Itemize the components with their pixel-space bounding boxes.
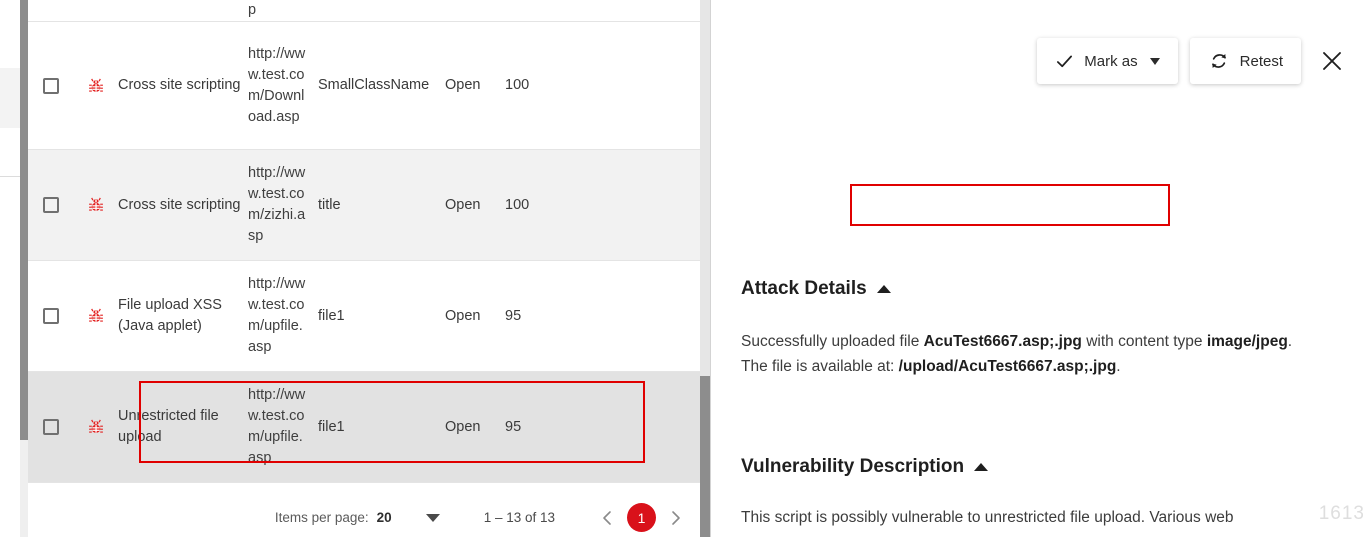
section-header-attack-details[interactable]: Attack Details xyxy=(741,278,891,300)
page-range-label: 1 – 13 of 13 xyxy=(483,510,555,525)
chevron-up-icon xyxy=(974,463,989,471)
attack-details-line-2: The file is available at: /upload/AcuTes… xyxy=(741,354,1321,379)
row-status-cell: Open xyxy=(445,307,481,324)
detail-action-bar: Mark as Retest xyxy=(1037,38,1345,84)
paginator: Items per page: 20 1 – 13 of 13 1 xyxy=(28,498,700,537)
row-checkbox-cell xyxy=(28,419,74,435)
gutter-line xyxy=(0,176,20,177)
chevron-right-icon xyxy=(672,510,680,525)
row-name-cell: Unrestricted file upload xyxy=(118,408,219,445)
section-body-vulnerability-description: This script is possibly vulnerable to un… xyxy=(741,505,1321,530)
chevron-up-icon xyxy=(876,285,891,293)
retest-button[interactable]: Retest xyxy=(1189,38,1301,84)
chevron-left-icon xyxy=(603,510,611,525)
text-fragment: . xyxy=(1287,333,1293,350)
close-icon xyxy=(1323,52,1341,70)
check-icon xyxy=(1057,55,1073,67)
row-status-cell: Open xyxy=(445,77,481,93)
row-score-cell: 100 xyxy=(505,77,530,93)
text-fragment: . xyxy=(1116,358,1121,375)
row-url-cell: http://www.test.com/upfile.asp xyxy=(248,276,306,355)
row-severity-cell xyxy=(74,196,118,214)
table-row[interactable]: Cross site scripting http://www.test.com… xyxy=(28,150,710,261)
section-header-vulnerability-description[interactable]: Vulnerability Description xyxy=(741,456,989,478)
items-per-page-value[interactable]: 20 xyxy=(377,510,392,525)
row-select-checkbox[interactable] xyxy=(43,77,59,94)
section-title: Attack Details xyxy=(741,278,867,299)
mark-as-label: Mark as xyxy=(1084,52,1138,70)
row-checkbox-cell xyxy=(28,308,74,324)
text-fragment: Successfully uploaded file xyxy=(741,333,924,350)
row-select-checkbox[interactable] xyxy=(43,308,59,324)
outer-scrollbar-thumb[interactable] xyxy=(20,0,28,440)
row-select-checkbox[interactable] xyxy=(43,197,59,213)
items-per-page-label: Items per page: xyxy=(274,510,369,525)
row-checkbox-cell xyxy=(28,197,74,213)
row-parameter-cell: file1 xyxy=(318,307,345,324)
text-fragment-bold: AcuTest6667.asp;.jpg xyxy=(923,333,1082,350)
left-gutter xyxy=(0,0,20,537)
row-score-cell: 100 xyxy=(505,196,530,213)
row-parameter-cell: title xyxy=(318,196,341,213)
row-score-cell: 95 xyxy=(505,418,522,435)
row-status-cell: Open xyxy=(445,418,481,435)
bug-icon xyxy=(89,78,103,92)
gutter-block xyxy=(0,68,20,128)
row-url-cell: http://www.test.com/upfile.asp xyxy=(248,387,306,466)
section-title: Vulnerability Description xyxy=(741,456,965,477)
row-select-checkbox[interactable] xyxy=(43,419,59,435)
mark-as-button[interactable]: Mark as xyxy=(1037,38,1178,84)
refresh-icon xyxy=(1211,54,1226,68)
chevron-down-icon[interactable] xyxy=(425,513,440,522)
text-fragment: This script is possibly vulnerable to un… xyxy=(741,509,1234,526)
row-score-cell: 95 xyxy=(505,307,522,324)
vulnerabilities-panel: p Cross site scripting http://www.test.c… xyxy=(0,0,710,537)
chevron-down-icon xyxy=(1149,57,1160,65)
bug-icon xyxy=(89,308,103,322)
table-row[interactable]: Cross site scripting http://www.test.com… xyxy=(28,22,710,150)
next-page-button[interactable] xyxy=(668,508,684,528)
row-parameter-cell: file1 xyxy=(318,418,345,435)
vulnerability-table: p Cross site scripting http://www.test.c… xyxy=(28,0,710,537)
row-severity-cell xyxy=(74,418,118,436)
row-url-cell: http://www.test.com/Download.asp xyxy=(248,45,306,125)
current-page-badge[interactable]: 1 xyxy=(627,503,656,532)
table-row[interactable]: File upload XSS (Java applet) http://www… xyxy=(28,261,710,372)
close-button[interactable] xyxy=(1319,48,1345,74)
row-url-cell: http://www.test.com/zizhi.asp xyxy=(248,165,306,244)
text-fragment: with content type xyxy=(1081,333,1207,350)
table-row-selected[interactable]: Unrestricted file upload http://www.test… xyxy=(28,372,710,483)
row-status-cell: Open xyxy=(445,196,481,213)
row-checkbox-cell xyxy=(28,77,74,94)
table-scrollbar-thumb[interactable] xyxy=(700,376,710,537)
table-row-partial: p xyxy=(28,0,710,22)
row-name-cell: File upload XSS (Java applet) xyxy=(118,297,222,334)
row-name-cell: Cross site scripting xyxy=(118,77,241,93)
bug-icon xyxy=(89,419,103,433)
row-parameter-cell: SmallClassName xyxy=(318,77,430,93)
text-fragment-bold: image/jpeg xyxy=(1206,333,1288,350)
row-name-cell: Cross site scripting xyxy=(118,196,241,213)
row-url-cell-partial: p xyxy=(248,2,257,18)
bug-icon xyxy=(89,197,103,211)
previous-page-button[interactable] xyxy=(599,508,615,528)
section-body-attack-details: Successfully uploaded file AcuTest6667.a… xyxy=(741,329,1321,379)
retest-label: Retest xyxy=(1239,52,1283,70)
text-fragment-bold: /upload/AcuTest6667.asp;.jpg xyxy=(898,358,1117,375)
app-root: p Cross site scripting http://www.test.c… xyxy=(0,0,1363,537)
row-severity-cell xyxy=(74,77,118,95)
attack-details-line-1: Successfully uploaded file AcuTest6667.a… xyxy=(741,329,1321,354)
row-severity-cell xyxy=(74,307,118,325)
text-fragment: The file is available at: xyxy=(741,358,899,375)
vuln-description-line-1: This script is possibly vulnerable to un… xyxy=(741,505,1321,530)
